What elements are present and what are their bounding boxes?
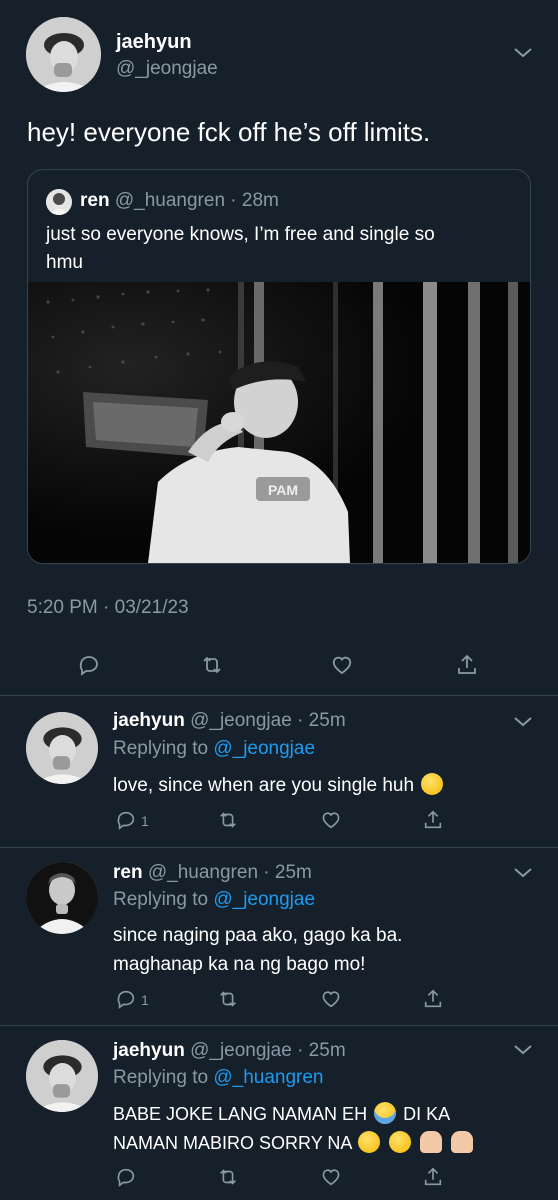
quoted-time: · 28m (230, 190, 279, 211)
reply-text: love, since when are you single huh (113, 775, 415, 796)
avatar[interactable] (26, 862, 98, 934)
pleading-face-emoji (358, 1131, 381, 1153)
avatar-photo (26, 862, 98, 934)
author-name[interactable]: jaehyun (113, 710, 185, 731)
share-icon[interactable] (422, 988, 444, 1010)
replying-to-label: Replying to (113, 1067, 209, 1088)
retweet-icon[interactable] (200, 653, 224, 677)
author-name[interactable]: ren (113, 862, 143, 883)
reply-time: · 25m (297, 710, 346, 731)
author-handle[interactable]: @_huangren (148, 862, 258, 883)
retweet-icon[interactable] (217, 1166, 239, 1188)
replying-to-label: Replying to (113, 889, 209, 910)
reply-time: · 25m (263, 862, 312, 883)
reply-time: · 25m (297, 1040, 346, 1061)
reply-icon[interactable] (115, 988, 137, 1010)
share-icon[interactable] (455, 653, 479, 677)
chevron-down-icon[interactable] (512, 1043, 534, 1057)
like-icon[interactable] (320, 988, 342, 1010)
reply-count: 1 (141, 813, 149, 829)
reply-count: 1 (141, 992, 149, 1008)
chevron-down-icon[interactable] (512, 866, 534, 880)
author-name[interactable]: jaehyun (113, 1040, 185, 1061)
reply-text-line1b: DI KA (403, 1104, 451, 1124)
quoted-text-line1: just so everyone knows, I’m free and sin… (46, 224, 435, 245)
quoted-tweet-card[interactable]: ren @_huangren · 28m just so everyone kn… (27, 169, 531, 564)
reply-icon[interactable] (77, 653, 101, 677)
author-name[interactable]: jaehyun (116, 31, 192, 54)
reply-icon[interactable] (115, 1166, 137, 1188)
author-handle[interactable]: @_jeongjae (116, 58, 218, 80)
avatar-photo (26, 17, 101, 92)
loudly-crying-face-emoji (374, 1102, 397, 1124)
tweet-timestamp[interactable]: 5:20 PM · 03/21/23 (27, 597, 189, 619)
weary-face-emoji (421, 773, 444, 795)
quoted-avatar (46, 189, 72, 215)
replying-to-link[interactable]: @_jeongjae (213, 738, 315, 759)
author-handle[interactable]: @_jeongjae (190, 710, 292, 731)
retweet-icon[interactable] (217, 809, 239, 831)
reply-text-line2: maghanap ka na ng bago mo! (113, 954, 366, 975)
quoted-author-name[interactable]: ren (80, 190, 110, 211)
photo-image: PAM (28, 282, 530, 563)
reply-text-line1: BABE JOKE LANG NAMAN EH (113, 1104, 368, 1124)
retweet-icon[interactable] (217, 988, 239, 1010)
avatar[interactable] (26, 1040, 98, 1112)
chevron-down-icon[interactable] (512, 715, 534, 729)
shirt-logo-text: PAM (268, 482, 298, 498)
divider (0, 695, 558, 696)
avatar[interactable] (26, 17, 101, 92)
divider (0, 847, 558, 848)
divider (0, 1025, 558, 1026)
reply-icon[interactable] (115, 809, 137, 831)
folded-hands-emoji (451, 1131, 474, 1153)
like-icon[interactable] (330, 653, 354, 677)
avatar[interactable] (26, 712, 98, 784)
quoted-text-line2: hmu (46, 252, 83, 273)
replying-to-link[interactable]: @_huangren (213, 1067, 323, 1088)
replying-to-link[interactable]: @_jeongjae (213, 889, 315, 910)
reply-text-line2: NAMAN MABIRO SORRY NA (113, 1133, 352, 1153)
replying-to-label: Replying to (113, 738, 209, 759)
author-handle[interactable]: @_jeongjae (190, 1040, 292, 1061)
tweet-text: hey! everyone fck off he’s off limits. (27, 117, 431, 147)
like-icon[interactable] (320, 1166, 342, 1188)
avatar-photo (26, 1040, 98, 1112)
share-icon[interactable] (422, 809, 444, 831)
share-icon[interactable] (422, 1166, 444, 1188)
chevron-down-icon[interactable] (512, 46, 534, 60)
quoted-author-handle[interactable]: @_huangren (115, 190, 225, 211)
avatar-photo (46, 189, 72, 215)
folded-hands-emoji (420, 1131, 443, 1153)
quoted-photo[interactable]: PAM (28, 282, 530, 563)
pleading-face-emoji (389, 1131, 412, 1153)
reply-text-line1: since naging paa ako, gago ka ba. (113, 925, 403, 946)
avatar-photo (26, 712, 98, 784)
like-icon[interactable] (320, 809, 342, 831)
